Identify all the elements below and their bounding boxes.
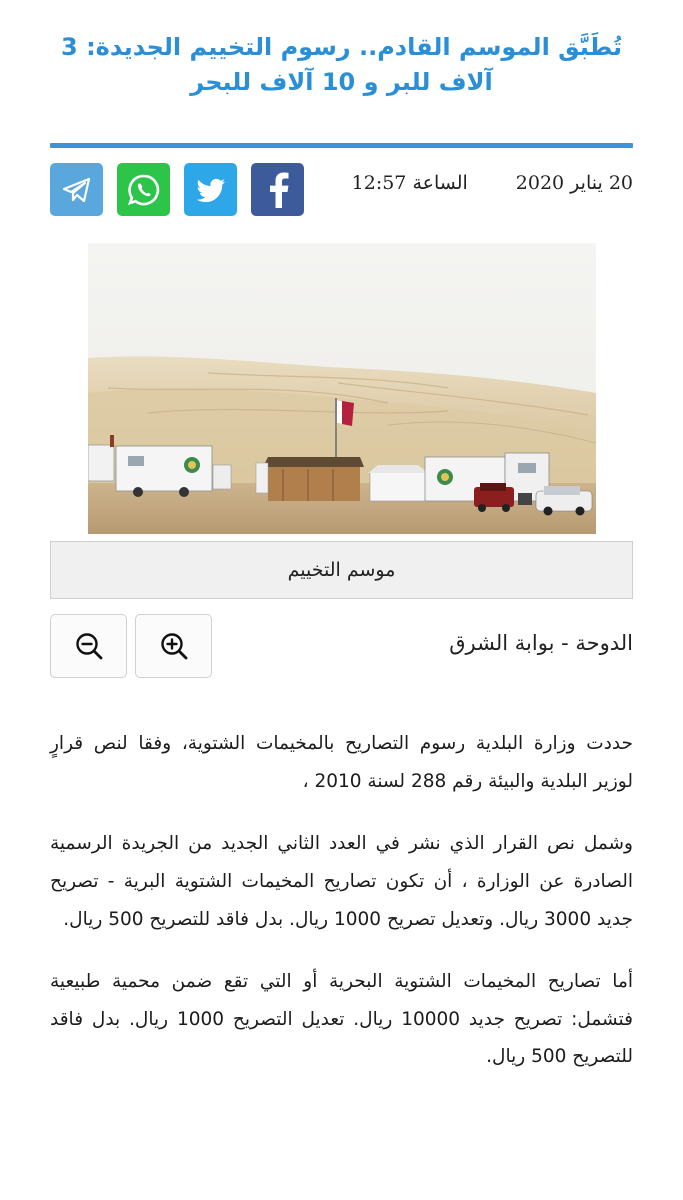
facebook-icon [269,172,288,208]
photo-caption: موسم التخييم [50,541,633,599]
share-twitter-button[interactable] [184,163,237,216]
share-facebook-button[interactable] [251,163,304,216]
zoom-out-button[interactable] [50,614,127,678]
zoom-in-icon [160,633,187,660]
article-paragraph: وشمل نص القرار الذي نشر في العدد الثاني … [50,832,633,930]
article-dateline: 20 يناير 2020 الساعة 12:57 [352,172,633,194]
article-page: تُطَبَّق الموسم القادم.. رسوم التخييم ال… [0,0,683,1200]
source-row: الدوحة - بوابة الشرق [50,599,633,687]
share-bar [50,163,304,216]
article-photo [87,243,596,534]
publish-time: الساعة 12:57 [351,172,468,194]
article-meta-row: 20 يناير 2020 الساعة 12:57 [50,148,633,228]
article-source: الدوحة - بوابة الشرق [449,631,633,655]
article-headline: تُطَبَّق الموسم القادم.. رسوم التخييم ال… [61,33,622,96]
article-paragraph: حددت وزارة البلدية رسوم التصاريح بالمخيم… [50,733,633,792]
share-telegram-button[interactable] [50,163,103,216]
text-zoom-controls [50,614,212,678]
telegram-icon [62,177,90,202]
zoom-in-button[interactable] [135,614,212,678]
article-paragraph: أما تصاريح المخيمات الشتوية البحرية أو ا… [50,970,633,1068]
desert-camp-photo [87,243,596,534]
publish-date: 20 يناير 2020 [515,172,633,194]
zoom-out-icon [75,633,102,660]
article-body: حددت وزارة البلدية رسوم التصاريح بالمخيم… [50,725,633,1076]
share-whatsapp-button[interactable] [117,163,170,216]
twitter-icon [196,178,225,202]
whatsapp-icon [127,174,159,205]
